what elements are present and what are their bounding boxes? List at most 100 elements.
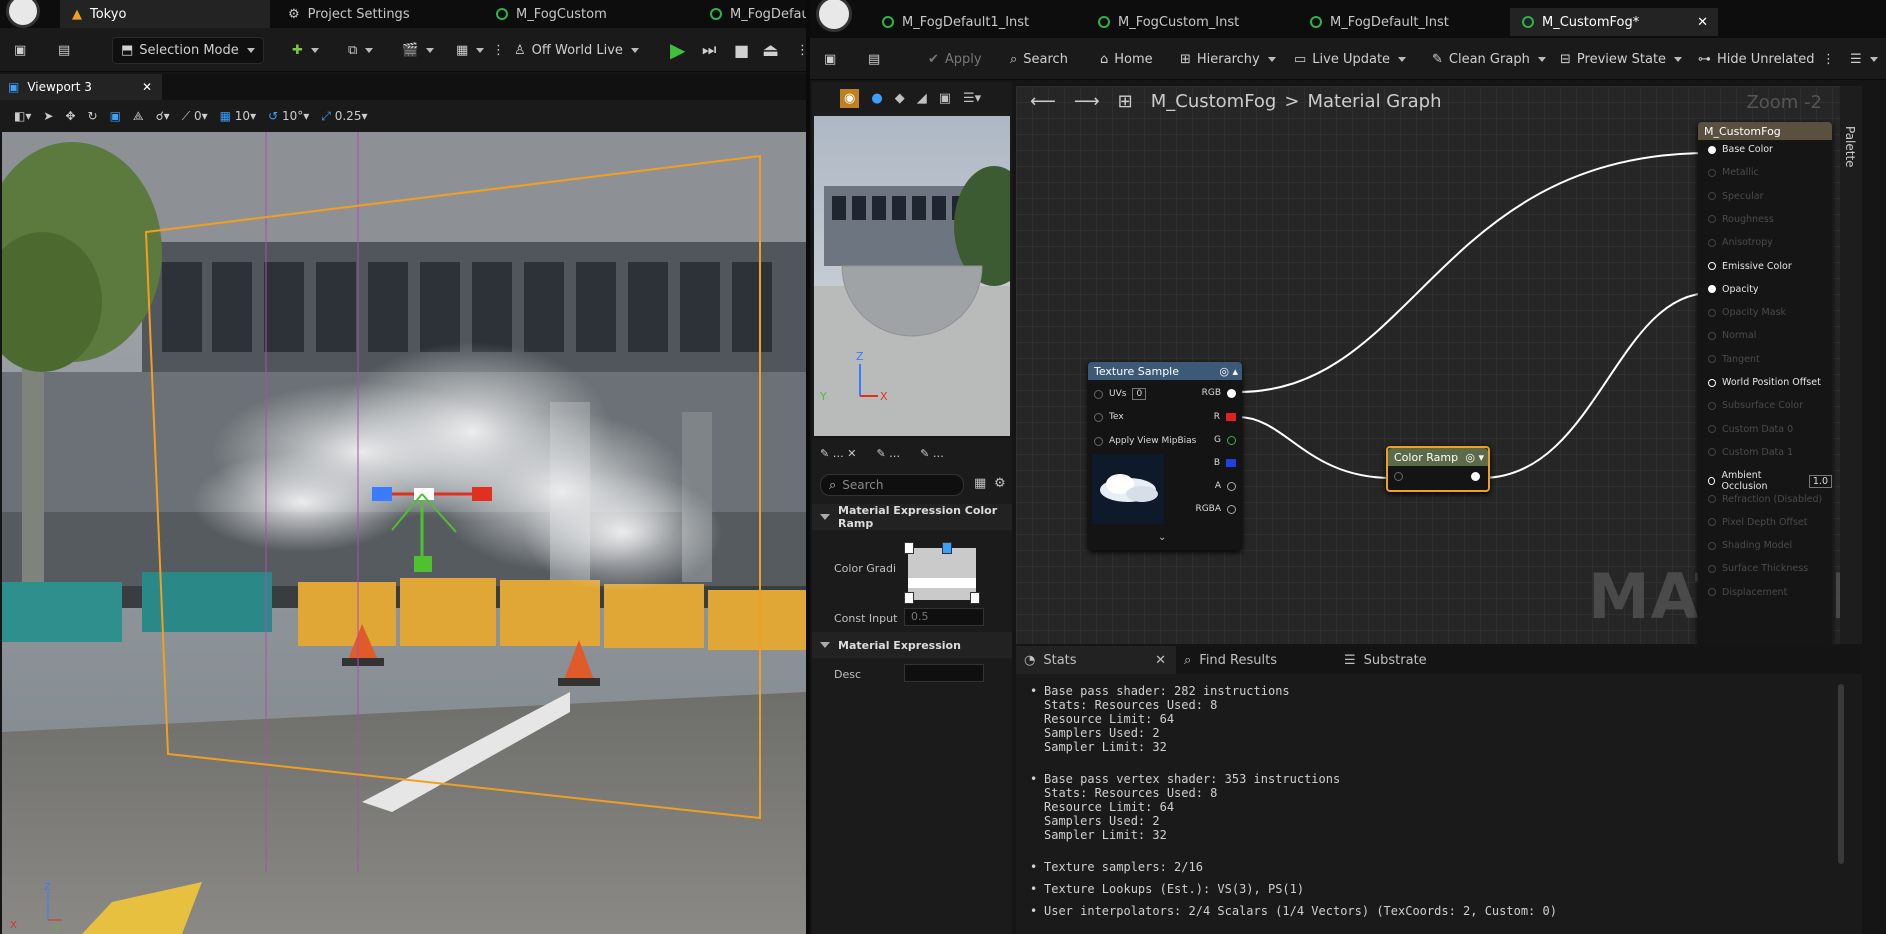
material-input-pin[interactable]: Custom Data 1 — [1708, 447, 1793, 458]
tab-substrate[interactable]: ☰ Substrate — [1344, 646, 1427, 674]
clean-graph-dropdown[interactable]: ✎ Clean Graph — [1432, 38, 1546, 80]
tab-project-settings[interactable]: ⚙ Project Settings — [276, 0, 486, 28]
hide-unrelated-button[interactable]: ⊶ Hide Unrelated — [1698, 38, 1815, 80]
tab-find-results[interactable]: ⌕ Find Results — [1184, 646, 1277, 674]
material-input-pin[interactable]: Base Color — [1708, 144, 1773, 155]
browse-button[interactable]: ▤ — [58, 28, 70, 72]
blueprint-button[interactable]: ⧉ — [348, 28, 374, 72]
material-input-pin[interactable]: Roughness — [1708, 214, 1774, 225]
more-icon[interactable]: ⋮ — [1822, 38, 1835, 80]
material-input-pin[interactable]: Opacity — [1708, 284, 1759, 295]
section-material-expression[interactable]: Material Expression — [812, 632, 1012, 658]
angle-snap-toggle[interactable]: ↺ 10°▾ — [268, 109, 309, 123]
details-tab-2[interactable]: ✎ … — [876, 447, 900, 460]
uvs-input-pin[interactable]: UVs 0 — [1094, 388, 1147, 400]
selection-mode-dropdown[interactable]: ⬒ Selection Mode — [112, 28, 264, 72]
world-dropdown[interactable]: ♙ Off World Live — [514, 28, 639, 72]
material-input-pin[interactable]: World Position Offset — [1708, 377, 1821, 388]
table-view-icon[interactable]: ▦ — [974, 476, 986, 491]
material-input-pin[interactable]: Refraction (Disabled) — [1708, 494, 1822, 505]
details-tab-3[interactable]: ✎ … — [920, 447, 944, 460]
level-viewport[interactable]: Z X Y — [2, 132, 806, 934]
a-output-pin[interactable]: A — [1215, 481, 1236, 491]
palette-tab[interactable]: Palette — [1840, 86, 1862, 644]
home-button[interactable]: ⌂ Home — [1100, 38, 1153, 80]
play-button[interactable]: ▶ — [670, 28, 685, 72]
node-options-icon[interactable]: ◎ ▾ — [1465, 451, 1484, 464]
output-pin[interactable] — [1471, 472, 1480, 481]
material-input-pin[interactable]: Anisotropy — [1708, 237, 1773, 248]
pin-value-field[interactable]: 1.0 — [1808, 474, 1832, 488]
search-button[interactable]: ⌕ Search — [1010, 38, 1068, 80]
step-button[interactable]: ⏭ — [702, 28, 716, 72]
tab-m-fogdefault-inst[interactable]: M_FogDefault_Inst — [1298, 8, 1508, 36]
b-output-pin[interactable]: B — [1214, 458, 1236, 468]
tab-m-customfog[interactable]: M_CustomFog* ✕ — [1510, 8, 1718, 36]
node-header[interactable]: M_CustomFog — [1698, 122, 1832, 140]
gradient-stop[interactable] — [942, 542, 952, 554]
gradient-stop[interactable] — [904, 592, 914, 604]
mipbias-input-pin[interactable]: Apply View MipBias — [1094, 436, 1196, 446]
realtime-icon[interactable]: ◉ — [840, 88, 860, 108]
sphere-icon[interactable]: ● — [871, 91, 882, 106]
details-search-field[interactable]: ⌕ Search — [820, 474, 964, 496]
eject-button[interactable]: ⏏ — [762, 28, 779, 72]
g-output-pin[interactable]: G — [1214, 435, 1236, 445]
scale-icon[interactable]: ▣ — [110, 109, 121, 123]
node-header[interactable]: Color Ramp ◎ ▾ — [1388, 448, 1488, 466]
material-input-pin[interactable]: Normal — [1708, 330, 1756, 341]
hierarchy-dropdown[interactable]: ⊞ Hierarchy — [1180, 38, 1276, 80]
unreal-logo-icon[interactable] — [6, 0, 40, 28]
material-input-pin[interactable]: Shading Model — [1708, 540, 1792, 551]
preview-state-dropdown[interactable]: ⊟ Preview State — [1560, 38, 1683, 80]
r-output-pin[interactable]: R — [1214, 412, 1236, 422]
const-input-field[interactable]: 0.5 — [904, 608, 984, 626]
close-icon[interactable]: ✕ — [1155, 653, 1166, 668]
viewport-tab[interactable]: ▣ Viewport 3 ✕ — [0, 74, 162, 100]
close-icon[interactable]: ✕ — [1697, 15, 1708, 30]
rgba-output-pin[interactable]: RGBA — [1195, 504, 1236, 514]
node-header[interactable]: Texture Sample ◎ ▴ — [1088, 362, 1242, 380]
input-pin[interactable] — [1394, 472, 1403, 481]
browse-button[interactable]: ▤ — [868, 38, 880, 80]
gradient-stop[interactable] — [904, 542, 914, 554]
material-graph-canvas[interactable]: ⟵ ⟶ ⊞ M_CustomFog > Material Graph Zoom … — [1016, 86, 1862, 644]
menu-icon[interactable]: ☰ — [1850, 38, 1878, 80]
cylinder-icon[interactable]: ◆ — [895, 91, 905, 106]
cube-icon[interactable]: ▣ — [939, 91, 951, 106]
material-preview-viewport[interactable]: Z X Y — [814, 116, 1010, 436]
stop-button[interactable]: ■ — [734, 28, 749, 72]
cinematics-button[interactable]: 🎬 — [402, 28, 435, 72]
material-input-pin[interactable]: Emissive Color — [1708, 261, 1792, 272]
details-tab-1[interactable]: ✎ … ✕ — [820, 447, 856, 460]
material-input-pin[interactable]: Opacity Mask — [1708, 307, 1786, 318]
scale-snap-toggle[interactable]: ⤢ 0.25▾ — [321, 109, 367, 124]
material-input-pin[interactable]: Pixel Depth Offset — [1708, 517, 1808, 528]
uv-index-field[interactable]: 0 — [1132, 388, 1147, 400]
node-options-icon[interactable]: ◎ ▴ — [1219, 365, 1238, 378]
expand-icon[interactable]: ⌄ — [1158, 532, 1166, 543]
scrollbar[interactable] — [1838, 684, 1844, 864]
close-icon[interactable]: ✕ — [142, 80, 152, 94]
panel-splitter[interactable] — [806, 0, 810, 934]
tab-m-fogdefault[interactable]: M_FogDefau — [698, 0, 808, 28]
unreal-logo-icon[interactable] — [816, 0, 852, 32]
build-button[interactable]: ▦ — [456, 28, 485, 72]
texture-sample-node[interactable]: Texture Sample ◎ ▴ UVs 0 Tex Apply View M… — [1088, 362, 1242, 550]
color-ramp-node[interactable]: Color Ramp ◎ ▾ — [1386, 446, 1490, 492]
tab-tokyo[interactable]: ▲ Tokyo — [60, 0, 270, 28]
material-input-pin[interactable]: Surface Thickness — [1708, 563, 1808, 574]
material-input-pin[interactable]: Tangent — [1708, 354, 1760, 365]
translate-icon[interactable]: ✥ — [65, 109, 75, 123]
add-actor-button[interactable]: ✚ — [292, 28, 319, 72]
gradient-stop[interactable] — [970, 592, 980, 604]
material-input-pin[interactable]: Custom Data 0 — [1708, 424, 1793, 435]
viewport-options-icon[interactable]: ◧▾ — [14, 109, 31, 123]
settings-icon[interactable]: ⚙ — [994, 476, 1006, 491]
rgb-output-pin[interactable]: RGB — [1202, 388, 1236, 398]
plane-icon[interactable]: ◢ — [917, 91, 927, 106]
tab-m-fogcustom[interactable]: M_FogCustom — [484, 0, 694, 28]
coord-icon[interactable]: ☌▾ — [156, 109, 170, 123]
material-input-pin[interactable]: Ambient Occlusion 1.0 — [1708, 470, 1832, 492]
tab-m-fogcustom-inst[interactable]: M_FogCustom_Inst — [1086, 8, 1296, 36]
